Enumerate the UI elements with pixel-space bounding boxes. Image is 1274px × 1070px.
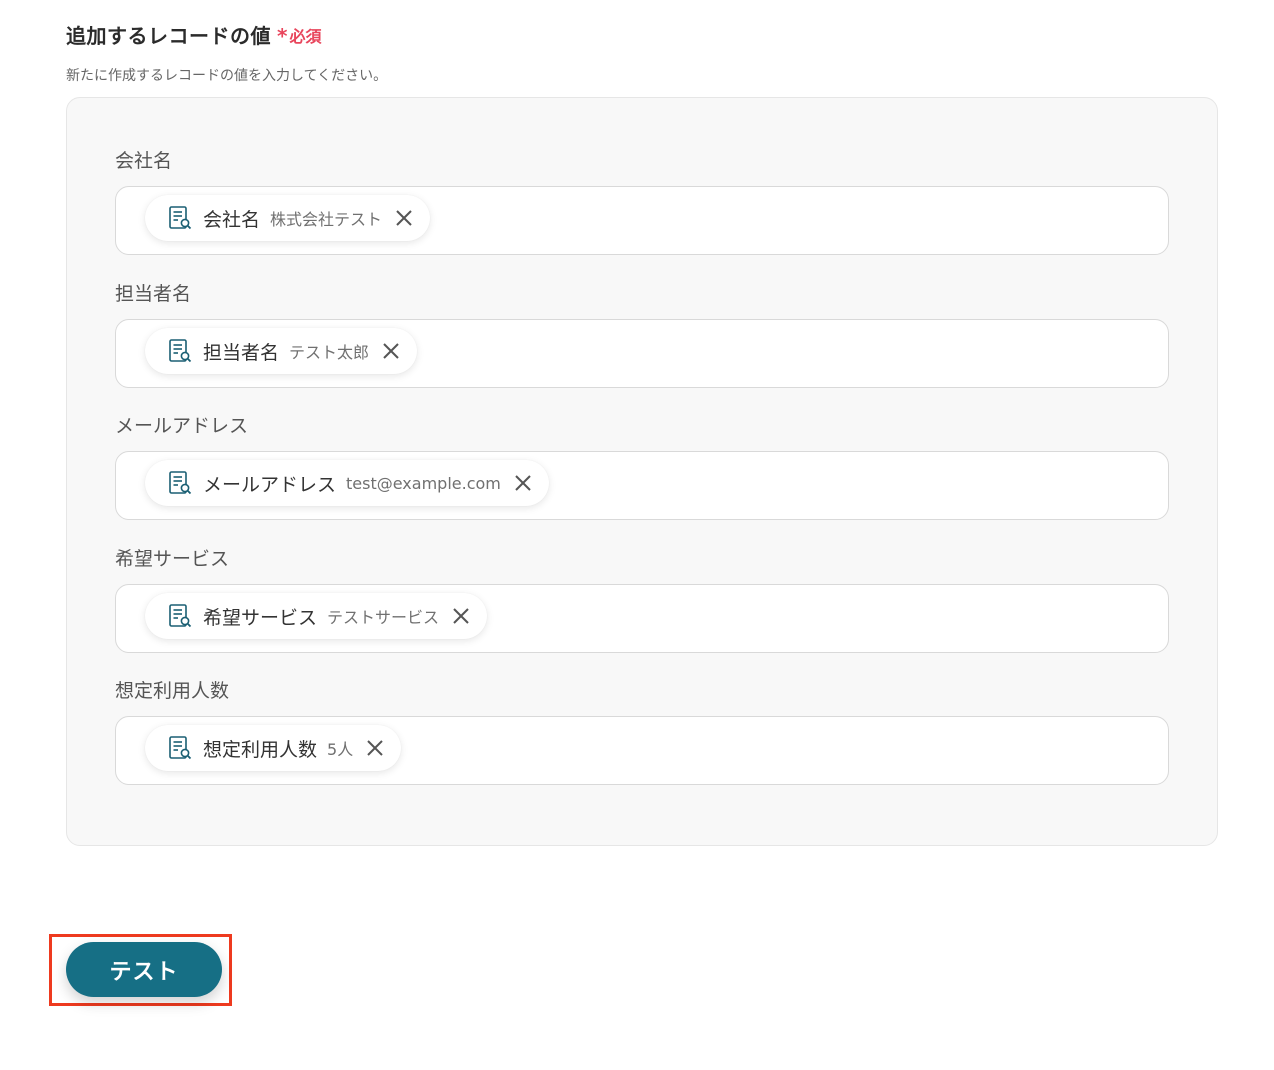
document-search-icon [167,470,193,496]
field-label: 会社名 [115,150,173,172]
chip-name: 想定利用人数 [203,738,318,761]
section-title: 追加するレコードの値 [66,24,271,48]
field-label: 想定利用人数 [115,680,230,702]
document-search-icon [167,735,193,761]
document-search-icon [167,205,193,231]
field-desired-service: 希望サービス 希望サービス テストサービス [115,544,1169,653]
values-panel: 会社名 会社名 株式会社テスト 担当者名 担当者名 テスト太郎 メールアドレス … [66,97,1218,846]
chip-value: 株式会社テスト [270,210,383,229]
field-company-name: 会社名 会社名 株式会社テスト [115,146,1169,255]
contact-name-input[interactable]: 担当者名 テスト太郎 [115,319,1169,388]
close-icon[interactable] [363,736,387,760]
test-button[interactable]: テスト [66,942,222,997]
email-input[interactable]: メールアドレス test@example.com [115,451,1169,520]
field-contact-name: 担当者名 担当者名 テスト太郎 [115,279,1169,388]
chip-name: 希望サービス [203,606,318,629]
record-values-page: 追加するレコードの値 * 必須 新たに作成するレコードの値を入力してください。 … [0,0,1274,1070]
document-search-icon [167,603,193,629]
expected-users-input[interactable]: 想定利用人数 5人 [115,716,1169,785]
variable-chip[interactable]: メールアドレス test@example.com [145,460,549,506]
desired-service-input[interactable]: 希望サービス テストサービス [115,584,1169,653]
required-asterisk: * [277,23,288,48]
field-label: 担当者名 [115,283,192,305]
chip-value: テストサービス [327,608,440,627]
close-icon[interactable] [392,206,416,230]
chip-value: test@example.com [346,473,501,493]
field-expected-users: 想定利用人数 想定利用人数 5人 [115,676,1169,785]
variable-chip[interactable]: 会社名 株式会社テスト [145,195,431,241]
field-label: 希望サービス [115,548,230,570]
chip-name: 担当者名 [203,341,280,364]
chip-name: 会社名 [203,208,261,231]
variable-chip[interactable]: 想定利用人数 5人 [145,725,402,771]
document-search-icon [167,338,193,364]
required-badge: * 必須 [277,23,321,47]
chip-value: テスト太郎 [289,343,370,362]
variable-chip[interactable]: 希望サービス テストサービス [145,593,488,639]
close-icon[interactable] [511,471,535,495]
section-header: 追加するレコードの値 * 必須 [66,20,321,49]
section-description: 新たに作成するレコードの値を入力してください。 [66,68,388,84]
company-name-input[interactable]: 会社名 株式会社テスト [115,186,1169,255]
field-label: メールアドレス [115,415,249,437]
chip-name: メールアドレス [203,473,337,496]
close-icon[interactable] [379,339,403,363]
required-label: 必須 [289,26,322,46]
chip-value: 5人 [327,740,354,759]
field-email: メールアドレス メールアドレス test@example.com [115,411,1169,520]
variable-chip[interactable]: 担当者名 テスト太郎 [145,328,418,374]
close-icon[interactable] [449,604,473,628]
